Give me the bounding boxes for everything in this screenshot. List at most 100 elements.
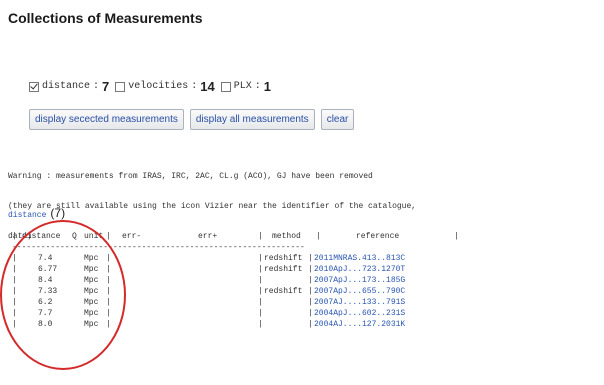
unit-value: Mpc bbox=[84, 309, 99, 318]
velocities-checkbox[interactable] bbox=[115, 81, 126, 92]
filter-label: distance bbox=[42, 81, 91, 92]
reference-link[interactable]: 2011MNRAS.413..813C bbox=[314, 253, 405, 264]
reference-link[interactable]: 2004ApJ...602..231S bbox=[314, 308, 405, 319]
filter-sep: : bbox=[254, 81, 261, 92]
header-method: method bbox=[272, 232, 301, 241]
row-separator: | bbox=[258, 309, 263, 318]
distance-checkbox[interactable] bbox=[29, 81, 39, 92]
filter-count: 14 bbox=[200, 79, 215, 94]
plx-checkbox[interactable] bbox=[220, 81, 231, 92]
reference-link[interactable]: 2010ApJ...723.1270T bbox=[314, 264, 405, 275]
row-separator: | bbox=[308, 320, 313, 329]
reference-link[interactable]: 2007AJ....133..791S bbox=[314, 297, 405, 308]
row-separator: | bbox=[12, 309, 17, 318]
filter-plx[interactable]: PLX : 1 bbox=[220, 79, 272, 94]
rule-line: ----------------------------------------… bbox=[12, 243, 305, 252]
row-separator: | bbox=[12, 287, 17, 296]
distance-value: 7.33 bbox=[38, 287, 58, 296]
header-separator: | bbox=[12, 232, 17, 241]
distance-value: 6.77 bbox=[38, 265, 58, 274]
row-separator: | bbox=[12, 254, 17, 263]
button-row: display secected measurements display al… bbox=[29, 109, 355, 130]
header-err-plus: err+ bbox=[198, 232, 218, 241]
filter-sep: : bbox=[191, 81, 198, 92]
row-separator: | bbox=[12, 276, 17, 285]
header-reference: reference bbox=[356, 232, 400, 241]
header-unit: unit bbox=[84, 232, 104, 241]
unit-value: Mpc bbox=[84, 298, 99, 307]
row-separator: | bbox=[308, 265, 313, 274]
row-separator: | bbox=[106, 254, 111, 263]
row-separator: | bbox=[106, 298, 111, 307]
table-row: | 7.33 Mpc | | redshift | 2007ApJ...655..790C bbox=[8, 286, 405, 297]
row-separator: | bbox=[106, 265, 111, 274]
distance-value: 8.4 bbox=[38, 276, 53, 285]
row-separator: | bbox=[258, 254, 263, 263]
filter-label: velocities bbox=[128, 81, 189, 92]
section-count: (7) bbox=[50, 206, 66, 220]
row-separator: | bbox=[308, 287, 313, 296]
measurements-table: | distance Q unit | err- err+ | method |… bbox=[8, 231, 459, 330]
header-err-minus: err- bbox=[122, 232, 142, 241]
measurement-filters: distance : 7 velocities : 14 PLX : 1 bbox=[29, 79, 271, 94]
filter-label: PLX bbox=[233, 81, 252, 92]
row-separator: | bbox=[258, 287, 263, 296]
row-separator: | bbox=[258, 265, 263, 274]
table-row: | 7.7 Mpc | | | 2004ApJ...602..231S bbox=[8, 308, 405, 319]
table-row: | 6.2 Mpc | | | 2007AJ....133..791S bbox=[8, 297, 405, 308]
table-row: | 7.4 Mpc | | redshift | 2011MNRAS.413..813C bbox=[8, 253, 405, 264]
row-separator: | bbox=[106, 309, 111, 318]
row-separator: | bbox=[258, 276, 263, 285]
filter-count: 1 bbox=[263, 79, 272, 94]
header-separator: | bbox=[316, 232, 321, 241]
table-row: | 8.0 Mpc | | | 2004AJ....127.2031K bbox=[8, 319, 405, 330]
table-header: | distance Q unit | err- err+ | method |… bbox=[8, 231, 459, 242]
distance-value: 8.0 bbox=[38, 320, 53, 329]
row-separator: | bbox=[12, 298, 17, 307]
header-separator: | bbox=[454, 232, 459, 241]
header-separator: | bbox=[106, 232, 111, 241]
distance-value: 6.2 bbox=[38, 298, 53, 307]
filter-count: 7 bbox=[102, 79, 110, 94]
unit-value: Mpc bbox=[84, 265, 99, 274]
warning-line: Warning : measurements from IRAS, IRC, 2… bbox=[8, 172, 373, 181]
unit-value: Mpc bbox=[84, 276, 99, 285]
filter-distance[interactable]: distance : 7 bbox=[29, 79, 109, 94]
row-separator: | bbox=[308, 254, 313, 263]
row-separator: | bbox=[12, 265, 17, 274]
distance-value: 7.7 bbox=[38, 309, 53, 318]
method-value: redshift bbox=[264, 254, 303, 263]
warning-line: (they are still available using the icon… bbox=[8, 202, 417, 211]
display-selected-button[interactable]: display secected measurements bbox=[29, 109, 184, 130]
filter-velocities[interactable]: velocities : 14 bbox=[115, 79, 215, 94]
reference-link[interactable]: 2007ApJ...655..790C bbox=[314, 286, 405, 297]
table-row: | 8.4 Mpc | | | 2007ApJ...173..185G bbox=[8, 275, 405, 286]
method-value: redshift bbox=[264, 287, 303, 296]
method-value: redshift bbox=[264, 265, 303, 274]
filter-sep: : bbox=[93, 81, 100, 92]
header-separator: | bbox=[258, 232, 263, 241]
row-separator: | bbox=[258, 320, 263, 329]
row-separator: | bbox=[106, 320, 111, 329]
row-separator: | bbox=[308, 309, 313, 318]
distance-section-link[interactable]: distance bbox=[8, 211, 46, 220]
header-rule: ----------------------------------------… bbox=[8, 242, 305, 253]
unit-value: Mpc bbox=[84, 320, 99, 329]
reference-link[interactable]: 2007ApJ...173..185G bbox=[314, 275, 405, 286]
header-distance: distance bbox=[22, 232, 61, 241]
table-row: | 6.77 Mpc | | redshift | 2010ApJ...723.1270T bbox=[8, 264, 405, 275]
row-separator: | bbox=[258, 298, 263, 307]
header-q: Q bbox=[72, 232, 77, 241]
row-separator: | bbox=[308, 276, 313, 285]
clear-button[interactable]: clear bbox=[320, 109, 355, 130]
row-separator: | bbox=[106, 287, 111, 296]
distance-value: 7.4 bbox=[38, 254, 53, 263]
row-separator: | bbox=[12, 320, 17, 329]
page-title: Collections of Measurements bbox=[8, 10, 203, 26]
row-separator: | bbox=[308, 298, 313, 307]
reference-link[interactable]: 2004AJ....127.2031K bbox=[314, 319, 405, 330]
section-heading: distance (7) bbox=[8, 206, 65, 220]
unit-value: Mpc bbox=[84, 287, 99, 296]
display-all-button[interactable]: display all measurements bbox=[189, 109, 315, 130]
unit-value: Mpc bbox=[84, 254, 99, 263]
